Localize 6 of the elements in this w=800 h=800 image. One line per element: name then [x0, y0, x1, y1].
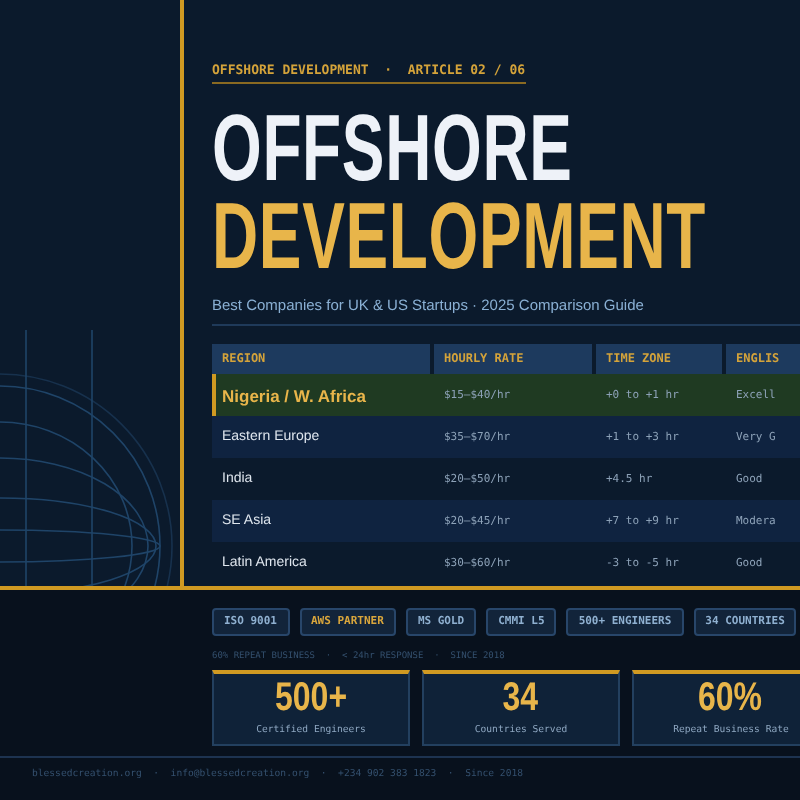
stat-value: 500+	[274, 674, 348, 722]
stat-value: 34	[503, 674, 539, 722]
stat-value: 60%	[698, 674, 764, 722]
headline: OFFSHORE	[212, 104, 573, 192]
table-cell-text: Nigeria / W. Africa	[220, 385, 368, 405]
headline: DEVELOPMENT	[212, 192, 707, 280]
